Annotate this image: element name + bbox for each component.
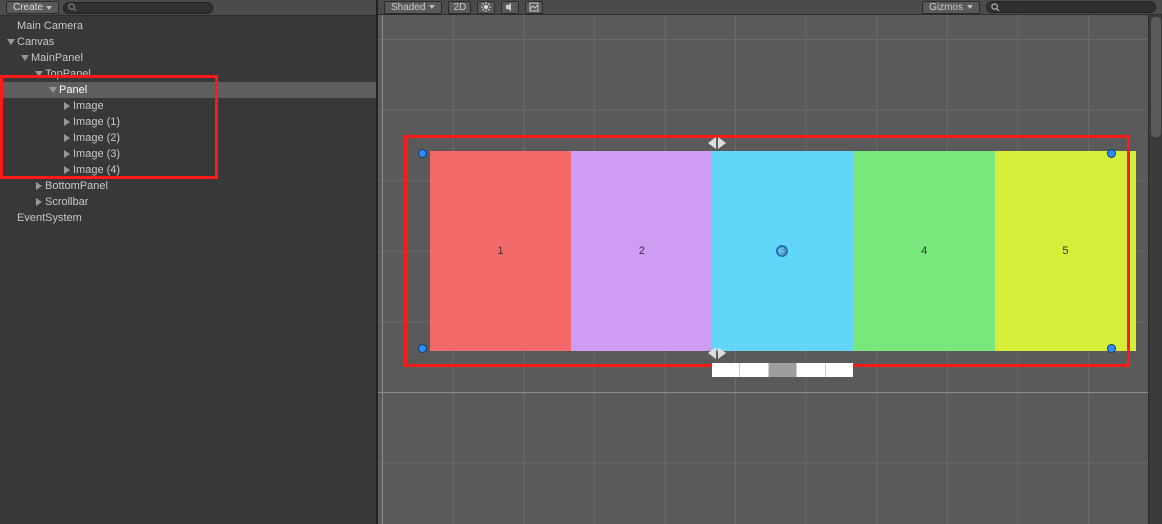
hierarchy-item-label: TopPanel [44,68,91,80]
hierarchy-toolbar: Create [0,0,376,16]
hierarchy-panel: Create Main Camera Canvas MainPanel TopPane… [0,0,378,524]
hierarchy-item-label: EventSystem [16,212,82,224]
hierarchy-item[interactable]: Panel [0,82,376,98]
canvas-scrollbar[interactable] [712,363,853,377]
hierarchy-item[interactable]: TopPanel [0,66,376,82]
hierarchy-item[interactable]: MainPanel [0,50,376,66]
chevron-down-icon [429,5,435,9]
foldout-closed-icon[interactable] [62,165,72,175]
foldout-open-icon[interactable] [20,53,30,63]
sun-icon [481,2,491,12]
scene-toolbar: Shaded 2D [378,0,1162,15]
foldout-closed-icon[interactable] [62,117,72,127]
mode-2d-toggle[interactable]: 2D [448,1,471,14]
audio-toggle[interactable] [501,1,519,14]
hierarchy-item[interactable]: Main Camera [0,18,376,34]
lighting-toggle[interactable] [477,1,495,14]
chevron-down-icon [967,5,973,9]
hierarchy-item[interactable]: Canvas [0,34,376,50]
hierarchy-item[interactable]: EventSystem [0,210,376,226]
gizmos-label: Gizmos [929,2,963,13]
selection-box[interactable] [404,135,1130,367]
search-icon [991,3,1000,12]
hierarchy-item[interactable]: Scrollbar [0,194,376,210]
create-label: Create [13,2,43,13]
hierarchy-item-label: Image (4) [72,164,120,176]
scene-viewport[interactable]: 12345 [378,15,1162,524]
hierarchy-item-label: Image (3) [72,148,120,160]
shaded-dropdown[interactable]: Shaded [384,1,442,14]
image-icon [529,2,539,12]
create-button[interactable]: Create [6,1,59,14]
fx-toggle[interactable] [525,1,543,14]
triangle-right-icon [718,137,726,149]
audio-icon [505,2,515,12]
chevron-down-icon [46,6,52,10]
foldout-closed-icon[interactable] [62,101,72,111]
triangle-left-icon [708,137,716,149]
hierarchy-item-label: Image [72,100,104,112]
anchor-bottom-gizmo[interactable] [708,347,726,359]
foldout-closed-icon[interactable] [62,149,72,159]
handle-bottom-left[interactable] [418,344,427,353]
hierarchy-item-label: Panel [58,84,87,96]
foldout-none [6,213,16,223]
hierarchy-item[interactable]: BottomPanel [0,178,376,194]
triangle-right-icon [718,347,726,359]
handle-top-right[interactable] [1107,149,1116,158]
vertical-scrollbar[interactable] [1148,15,1162,524]
hierarchy-item[interactable]: Image [0,98,376,114]
foldout-closed-icon[interactable] [34,197,44,207]
hierarchy-item-label: BottomPanel [44,180,108,192]
scrollbar-thumb[interactable] [769,363,797,377]
hierarchy-item-label: Main Camera [16,20,83,32]
scene-panel: Shaded 2D [378,0,1162,524]
handle-bottom-right[interactable] [1107,344,1116,353]
pivot-handle[interactable] [776,245,788,257]
hierarchy-item[interactable]: Image (4) [0,162,376,178]
foldout-open-icon[interactable] [6,37,16,47]
hierarchy-item-label: Scrollbar [44,196,88,208]
grid-axis [378,392,1162,393]
search-icon [68,3,77,12]
foldout-none [6,21,16,31]
hierarchy-item-label: Canvas [16,36,54,48]
scrollbar-thumb[interactable] [1151,17,1161,137]
hierarchy-item-label: Image (1) [72,116,120,128]
foldout-closed-icon[interactable] [34,181,44,191]
gizmos-dropdown[interactable]: Gizmos [922,1,980,14]
hierarchy-item-label: Image (2) [72,132,120,144]
hierarchy-item[interactable]: Image (1) [0,114,376,130]
triangle-left-icon [708,347,716,359]
scene-search-input[interactable] [986,1,1156,13]
handle-top-left[interactable] [418,149,427,158]
foldout-open-icon[interactable] [34,69,44,79]
foldout-closed-icon[interactable] [62,133,72,143]
anchor-top-gizmo[interactable] [708,137,726,149]
hierarchy-item-label: MainPanel [30,52,83,64]
hierarchy-search-input[interactable] [63,2,213,14]
foldout-open-icon[interactable] [48,85,58,95]
shaded-label: Shaded [391,2,425,13]
hierarchy-item[interactable]: Image (2) [0,130,376,146]
hierarchy-tree: Main Camera Canvas MainPanel TopPanel Panel I… [0,16,376,226]
mode-2d-label: 2D [453,2,466,13]
hierarchy-item[interactable]: Image (3) [0,146,376,162]
